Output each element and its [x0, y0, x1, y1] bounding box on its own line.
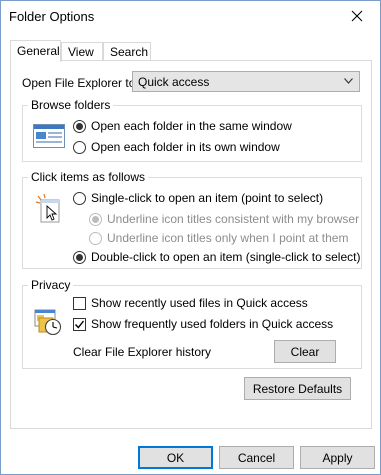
- window-title: Folder Options: [9, 9, 95, 24]
- same-window-label: Open each folder in the same window: [91, 119, 292, 133]
- ok-button[interactable]: OK: [138, 446, 213, 469]
- restore-defaults-button[interactable]: Restore Defaults: [244, 377, 351, 400]
- recent-files-checkbox[interactable]: [73, 297, 86, 310]
- tab-general[interactable]: General: [10, 40, 61, 62]
- restore-defaults-label: Restore Defaults: [252, 381, 343, 396]
- single-click-radio[interactable]: [73, 192, 86, 205]
- cancel-button[interactable]: Cancel: [219, 446, 294, 469]
- underline-point-radio[interactable]: [89, 232, 102, 245]
- underline-point-label: Underline icon titles only when I point …: [107, 231, 349, 245]
- tab-view[interactable]: View: [61, 42, 103, 61]
- open-explorer-dropdown[interactable]: Quick access: [132, 71, 360, 92]
- frequent-folders-checkbox[interactable]: [73, 318, 86, 331]
- privacy-title: Privacy: [28, 278, 74, 292]
- tab-search[interactable]: Search: [103, 42, 151, 61]
- tab-general-label: General: [17, 44, 60, 58]
- cancel-button-label: Cancel: [237, 450, 276, 465]
- title-bar[interactable]: Folder Options: [1, 1, 380, 32]
- checkmark-icon: [75, 320, 84, 329]
- ok-button-label: OK: [166, 450, 185, 465]
- browse-folders-title: Browse folders: [28, 98, 114, 112]
- pointer-click-icon: [35, 194, 60, 223]
- underline-consistent-radio[interactable]: [89, 213, 102, 226]
- same-window-radio[interactable]: [73, 120, 86, 133]
- tab-search-label: Search: [110, 45, 149, 59]
- click-items-title: Click items as follows: [28, 170, 149, 184]
- own-window-radio[interactable]: [73, 141, 86, 154]
- close-button[interactable]: [334, 1, 380, 31]
- folder-options-window: Folder Options General View Search Open …: [0, 0, 381, 475]
- double-click-label: Double-click to open an item (single-cli…: [91, 250, 361, 264]
- clear-history-label: Clear File Explorer history: [73, 345, 212, 359]
- apply-button-label: Apply: [322, 450, 353, 465]
- underline-consistent-label: Underline icon titles consistent with my…: [107, 212, 360, 226]
- click-items-group: Click items as follows Single-click to o…: [22, 170, 362, 269]
- privacy-clock-icon: [34, 309, 62, 336]
- chevron-down-icon: [344, 78, 353, 84]
- close-icon: [351, 10, 363, 22]
- open-explorer-value: Quick access: [138, 75, 210, 89]
- clear-button-label: Clear: [290, 344, 320, 359]
- browse-window-icon: [33, 124, 65, 148]
- own-window-label: Open each folder in its own window: [91, 140, 280, 154]
- recent-files-label: Show recently used files in Quick access: [91, 296, 308, 310]
- frequent-folders-label: Show frequently used folders in Quick ac…: [91, 317, 334, 331]
- double-click-radio[interactable]: [73, 251, 86, 264]
- open-explorer-label: Open File Explorer to:: [22, 76, 139, 90]
- tab-view-label: View: [68, 45, 94, 59]
- browse-folders-group: Browse folders Open each folder in the s…: [22, 98, 362, 162]
- apply-button[interactable]: Apply: [300, 446, 375, 469]
- single-click-label: Single-click to open an item (point to s…: [91, 191, 324, 205]
- general-tab-panel: Open File Explorer to: Quick access Brow…: [10, 60, 372, 429]
- clear-button[interactable]: Clear: [274, 340, 336, 363]
- privacy-group: Privacy Show recently used files in Quic…: [22, 278, 362, 369]
